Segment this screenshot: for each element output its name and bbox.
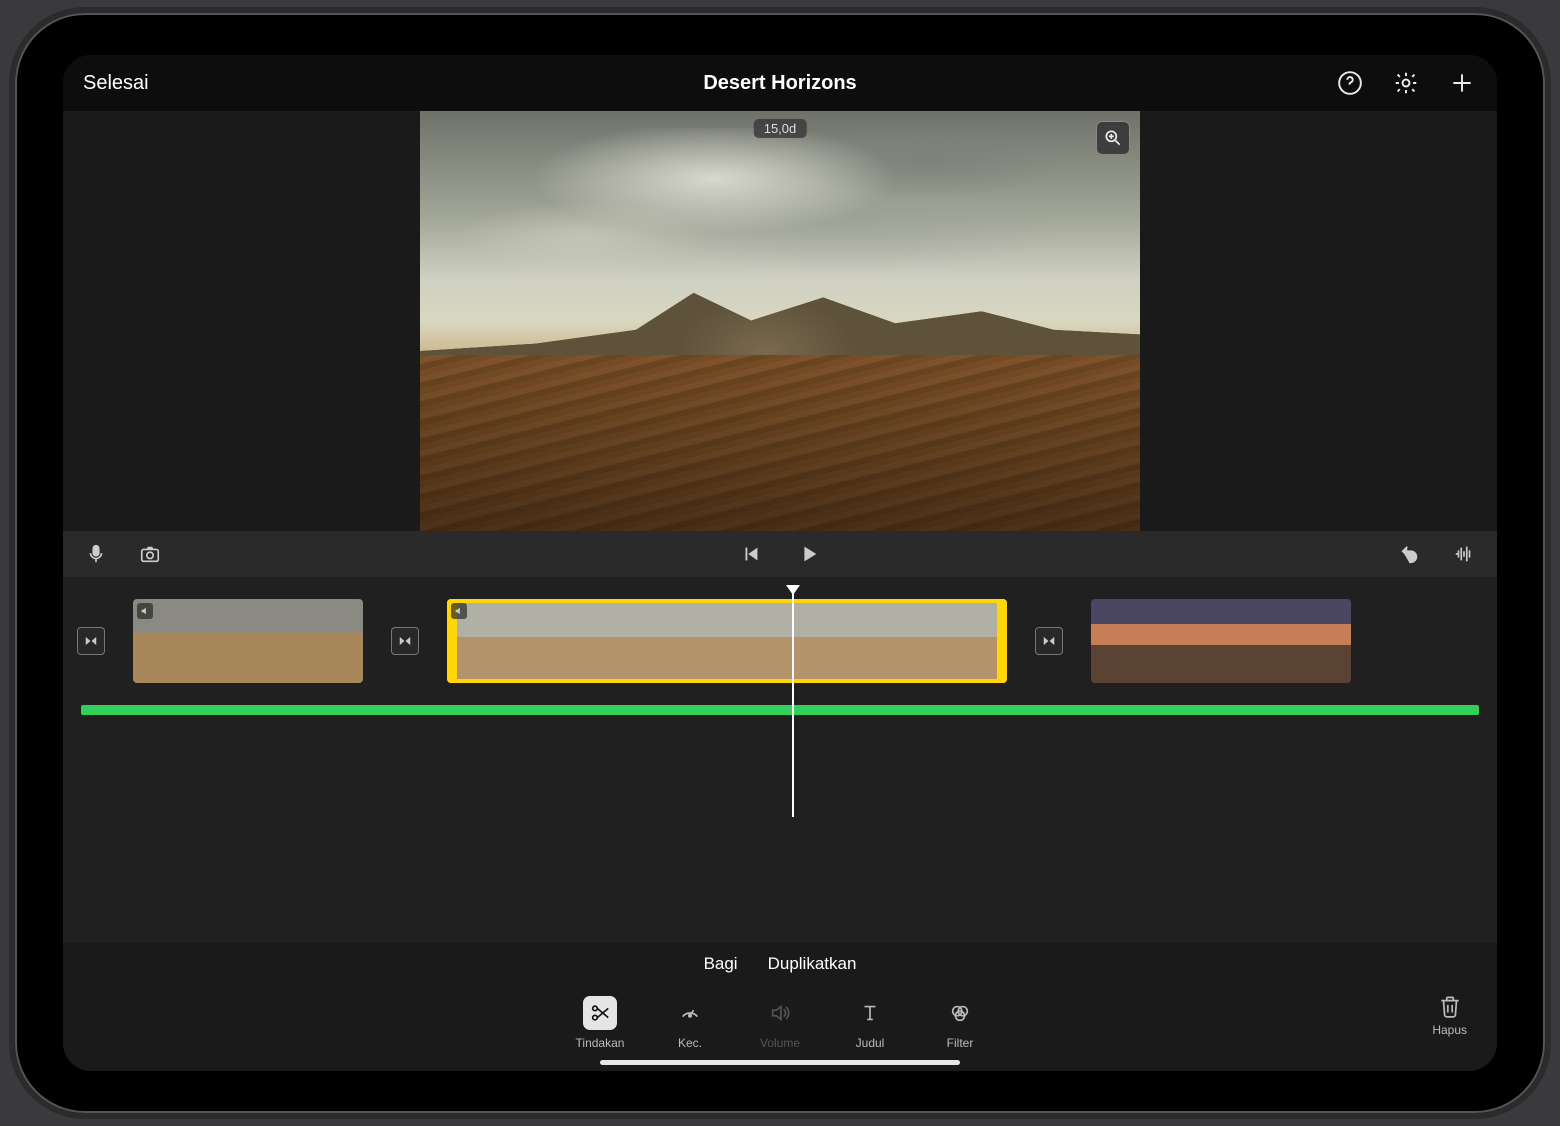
skip-start-icon[interactable]	[736, 539, 766, 569]
audio-badge-icon	[451, 603, 467, 619]
undo-icon[interactable]	[1395, 539, 1425, 569]
bottom-toolbar: Tindakan Kec. Volume	[63, 985, 1497, 1071]
tool-speed[interactable]: Kec.	[665, 996, 715, 1050]
split-action[interactable]: Bagi	[704, 954, 738, 974]
transition-icon[interactable]	[1035, 627, 1063, 655]
home-indicator[interactable]	[600, 1060, 960, 1065]
clips-row	[63, 595, 1497, 687]
clip-3[interactable]	[1091, 599, 1351, 683]
help-icon[interactable]	[1335, 68, 1365, 98]
playhead[interactable]	[792, 589, 794, 817]
camera-icon[interactable]	[135, 539, 165, 569]
tool-label: Kec.	[678, 1036, 702, 1050]
tool-label: Volume	[760, 1036, 800, 1050]
play-icon[interactable]	[794, 539, 824, 569]
tool-filter[interactable]: Filter	[935, 996, 985, 1050]
delete-label: Hapus	[1432, 1023, 1467, 1037]
add-media-icon[interactable]	[1447, 68, 1477, 98]
done-button[interactable]: Selesai	[83, 72, 149, 95]
waveform-icon[interactable]	[1449, 539, 1479, 569]
tool-label: Judul	[856, 1036, 885, 1050]
project-title: Desert Horizons	[703, 72, 856, 95]
delete-button[interactable]: Hapus	[1432, 993, 1467, 1037]
clip-2-selected[interactable]	[447, 599, 1007, 683]
timeline[interactable]	[63, 577, 1497, 943]
settings-gear-icon[interactable]	[1391, 68, 1421, 98]
tool-title[interactable]: Judul	[845, 996, 895, 1050]
clip-1[interactable]	[133, 599, 363, 683]
transition-icon[interactable]	[391, 627, 419, 655]
transition-icon[interactable]	[77, 627, 105, 655]
tool-label: Tindakan	[576, 1036, 625, 1050]
tool-actions[interactable]: Tindakan	[575, 996, 625, 1050]
preview-frame[interactable]: 15,0d	[420, 111, 1140, 531]
audio-badge-icon	[137, 603, 153, 619]
video-preview: 15,0d	[63, 111, 1497, 531]
tool-volume: Volume	[755, 996, 805, 1050]
microphone-icon[interactable]	[81, 539, 111, 569]
zoom-icon[interactable]	[1096, 121, 1130, 155]
trim-handle-right[interactable]	[997, 599, 1007, 683]
top-navigation-bar: Selesai Desert Horizons	[63, 55, 1497, 111]
ipad-bezel: Selesai Desert Horizons 15	[15, 13, 1545, 1113]
tool-label: Filter	[947, 1036, 974, 1050]
audio-track[interactable]	[81, 705, 1479, 715]
clip-actions-row: Bagi Duplikatkan	[63, 943, 1497, 985]
duplicate-action[interactable]: Duplikatkan	[768, 954, 857, 974]
app-screen: Selesai Desert Horizons 15	[63, 55, 1497, 1071]
clip-duration-chip: 15,0d	[754, 119, 807, 138]
playback-toolbar	[63, 531, 1497, 577]
